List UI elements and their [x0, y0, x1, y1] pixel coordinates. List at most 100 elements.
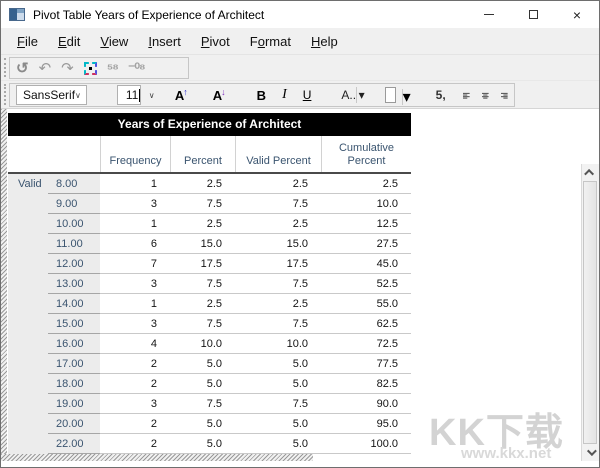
back-arrow-icon[interactable]: ↶ — [39, 61, 52, 76]
chevron-down-icon[interactable]: ▾ — [356, 87, 366, 103]
toolbar-grip-handle[interactable] — [4, 58, 6, 77]
valid-percent-cell[interactable]: 5.0 — [235, 354, 321, 374]
vertical-scrollbar[interactable] — [581, 164, 599, 461]
stub-valid-cell[interactable]: Valid — [8, 174, 48, 194]
background-color-swatch[interactable] — [385, 87, 396, 103]
stub-valid-cell[interactable] — [8, 234, 48, 254]
column-header-cumulative-percent[interactable]: Cumulative Percent — [321, 136, 411, 172]
decimal-decrease-icon[interactable]: ⁵⁸ — [107, 60, 118, 76]
forward-arrow-icon[interactable]: ↷ — [61, 61, 74, 76]
valid-percent-cell[interactable]: 10.0 — [235, 334, 321, 354]
stub-valid-cell[interactable] — [8, 194, 48, 214]
table-title[interactable]: Years of Experience of Architect — [8, 113, 411, 136]
frequency-cell[interactable]: 3 — [100, 194, 170, 214]
valid-percent-cell[interactable]: 7.5 — [235, 394, 321, 414]
frequency-cell[interactable]: 2 — [100, 374, 170, 394]
decimal-increase-icon[interactable]: ⁻⁰⁸ — [128, 60, 145, 77]
valid-percent-cell[interactable]: 5.0 — [235, 414, 321, 434]
row-label-cell[interactable]: 16.00 — [48, 334, 100, 354]
cumulative-percent-cell[interactable]: 52.5 — [321, 274, 411, 294]
align-center-icon[interactable] — [482, 89, 489, 102]
cumulative-percent-cell[interactable]: 55.0 — [321, 294, 411, 314]
row-label-cell[interactable]: 18.00 — [48, 374, 100, 394]
valid-percent-cell[interactable]: 7.5 — [235, 314, 321, 334]
scrollbar-thumb[interactable] — [583, 181, 597, 444]
percent-cell[interactable]: 2.5 — [170, 174, 235, 194]
frequency-cell[interactable]: 3 — [100, 314, 170, 334]
frequency-cell[interactable]: 3 — [100, 274, 170, 294]
menu-item-file[interactable]: File — [7, 30, 48, 53]
valid-percent-cell[interactable]: 15.0 — [235, 234, 321, 254]
stub-valid-cell[interactable] — [8, 214, 48, 234]
percent-cell[interactable]: 17.5 — [170, 254, 235, 274]
scroll-up-button[interactable] — [582, 164, 599, 181]
stub-valid-cell[interactable] — [8, 334, 48, 354]
stub-valid-cell[interactable] — [8, 414, 48, 434]
cumulative-percent-cell[interactable]: 77.5 — [321, 354, 411, 374]
frequency-cell[interactable]: 2 — [100, 354, 170, 374]
frequency-cell[interactable]: 1 — [100, 214, 170, 234]
row-label-cell[interactable]: 20.00 — [48, 414, 100, 434]
row-label-cell[interactable]: 19.00 — [48, 394, 100, 414]
cumulative-percent-cell[interactable]: 12.5 — [321, 214, 411, 234]
stub-valid-cell[interactable] — [8, 254, 48, 274]
percent-cell[interactable]: 5.0 — [170, 434, 235, 454]
cumulative-percent-cell[interactable]: 82.5 — [321, 374, 411, 394]
font-size-input[interactable]: 11 — [117, 85, 141, 105]
percent-cell[interactable]: 7.5 — [170, 274, 235, 294]
select-format-icon[interactable] — [84, 62, 97, 75]
cumulative-percent-cell[interactable]: 45.0 — [321, 254, 411, 274]
minimize-button[interactable] — [467, 1, 511, 28]
row-label-cell[interactable]: 11.00 — [48, 234, 100, 254]
stub-valid-cell[interactable] — [8, 314, 48, 334]
percent-cell[interactable]: 7.5 — [170, 314, 235, 334]
cumulative-percent-cell[interactable]: 100.0 — [321, 434, 411, 454]
stub-valid-cell[interactable] — [8, 394, 48, 414]
row-label-cell[interactable]: 13.00 — [48, 274, 100, 294]
frequency-cell[interactable]: 2 — [100, 434, 170, 454]
row-label-cell[interactable]: 14.00 — [48, 294, 100, 314]
stub-corner-cell[interactable] — [8, 136, 48, 172]
scroll-down-button[interactable] — [582, 444, 599, 461]
menu-item-view[interactable]: View — [90, 30, 138, 53]
row-label-cell[interactable]: 9.00 — [48, 194, 100, 214]
row-label-cell[interactable]: 8.00 — [48, 174, 100, 194]
frequency-cell[interactable]: 1 — [100, 174, 170, 194]
italic-button[interactable]: I — [277, 84, 292, 106]
stub-valid-cell[interactable] — [8, 354, 48, 374]
undo-icon[interactable]: ↺ — [16, 61, 29, 76]
percent-cell[interactable]: 5.0 — [170, 354, 235, 374]
frequency-cell[interactable]: 2 — [100, 414, 170, 434]
valid-percent-cell[interactable]: 17.5 — [235, 254, 321, 274]
stub-corner-cell[interactable] — [48, 136, 100, 172]
frequency-cell[interactable]: 3 — [100, 394, 170, 414]
menu-item-format[interactable]: Format — [240, 30, 301, 53]
valid-percent-cell[interactable]: 2.5 — [235, 294, 321, 314]
menu-item-edit[interactable]: Edit — [48, 30, 90, 53]
font-size-dropdown[interactable]: ∨ — [147, 85, 156, 105]
cumulative-percent-cell[interactable]: 10.0 — [321, 194, 411, 214]
stub-valid-cell[interactable] — [8, 294, 48, 314]
percent-cell[interactable]: 15.0 — [170, 234, 235, 254]
row-label-cell[interactable]: 22.00 — [48, 434, 100, 454]
column-header-percent[interactable]: Percent — [170, 136, 235, 172]
valid-percent-cell[interactable]: 5.0 — [235, 434, 321, 454]
chevron-down-icon[interactable]: ▾ — [402, 89, 411, 105]
stub-valid-cell[interactable] — [8, 434, 48, 454]
cumulative-percent-cell[interactable]: 27.5 — [321, 234, 411, 254]
percent-cell[interactable]: 10.0 — [170, 334, 235, 354]
frequency-cell[interactable]: 7 — [100, 254, 170, 274]
formatting-toolbar-grip-handle[interactable] — [4, 84, 6, 105]
decrease-font-button[interactable]: A↓ — [208, 84, 232, 106]
percent-cell[interactable]: 5.0 — [170, 414, 235, 434]
menu-item-pivot[interactable]: Pivot — [191, 30, 240, 53]
valid-percent-cell[interactable]: 5.0 — [235, 374, 321, 394]
align-right-icon[interactable] — [501, 89, 508, 102]
frequency-cell[interactable]: 1 — [100, 294, 170, 314]
valid-percent-cell[interactable]: 2.5 — [235, 214, 321, 234]
menu-item-insert[interactable]: Insert — [138, 30, 191, 53]
close-button[interactable]: × — [555, 1, 599, 28]
underline-button[interactable]: U — [298, 84, 317, 106]
cell-format-icon[interactable]: 5, — [431, 84, 451, 106]
text-color-button[interactable]: A.. ▾ — [336, 84, 371, 106]
